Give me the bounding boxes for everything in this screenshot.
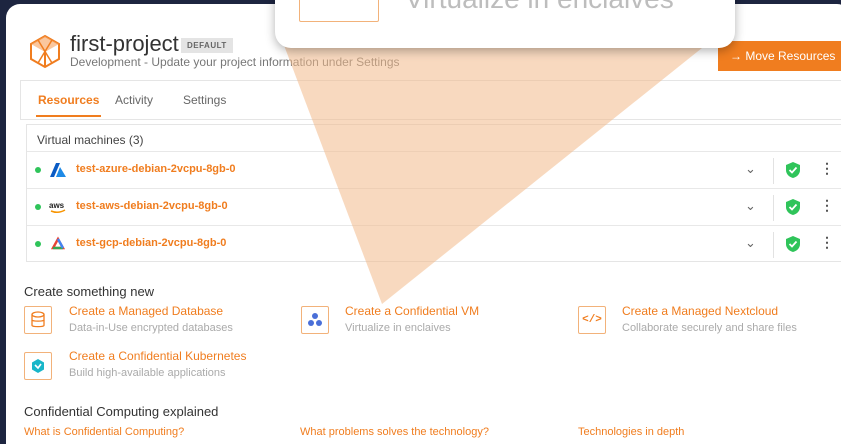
divider	[773, 195, 774, 221]
vm-name-link[interactable]: test-azure-debian-2vcpu-8gb-0	[76, 163, 236, 175]
create-confidential-vm-link[interactable]: Create a Confidential VM	[345, 304, 479, 318]
tab-settings[interactable]: Settings	[183, 93, 226, 107]
create-heading: Create something new	[24, 284, 155, 299]
shield-check-icon	[786, 162, 800, 178]
callout-icon-frame	[299, 0, 379, 22]
project-subtitle: Development - Update your project inform…	[70, 55, 400, 69]
project-panel: first-project DEFAULT Development - Upda…	[6, 4, 841, 444]
more-options-icon[interactable]: ⋮	[820, 160, 834, 177]
project-logo-icon	[30, 34, 60, 69]
vm-row[interactable]: test-gcp-debian-2vcpu-8gb-0 ⌄ ⋮	[27, 225, 841, 262]
shield-check-icon	[786, 236, 800, 252]
vm-name-link[interactable]: test-gcp-debian-2vcpu-8gb-0	[76, 237, 226, 249]
vm-row[interactable]: aws test-aws-debian-2vcpu-8gb-0 ⌄ ⋮	[27, 188, 841, 225]
gcp-icon	[50, 236, 66, 250]
tab-resources[interactable]: Resources	[35, 93, 102, 117]
code-icon[interactable]: </>	[578, 306, 606, 334]
card-description: Data-in-Use encrypted databases	[69, 322, 233, 334]
more-options-icon[interactable]: ⋮	[820, 197, 834, 214]
card-description: Virtualize in enclaives	[345, 322, 451, 334]
vm-row[interactable]: test-azure-debian-2vcpu-8gb-0 ⌄ ⋮	[27, 151, 841, 188]
chevron-down-icon[interactable]: ⌄	[745, 235, 756, 251]
what-is-cc-link[interactable]: What is Confidential Computing?	[24, 426, 184, 438]
divider	[773, 158, 774, 184]
card-description: Collaborate securely and share files	[622, 322, 797, 334]
chevron-down-icon[interactable]: ⌄	[745, 161, 756, 177]
shield-check-icon	[786, 199, 800, 215]
create-nextcloud-link[interactable]: Create a Managed Nextcloud	[622, 304, 778, 318]
move-resources-button[interactable]: → Move Resources	[718, 41, 841, 71]
status-running-dot	[35, 167, 41, 173]
vm-name-link[interactable]: test-aws-debian-2vcpu-8gb-0	[76, 200, 228, 212]
card-description: Build high-available applications	[69, 367, 226, 379]
explained-heading: Confidential Computing explained	[24, 404, 219, 419]
default-badge: DEFAULT	[181, 38, 233, 53]
status-running-dot	[35, 241, 41, 247]
database-icon[interactable]	[24, 306, 52, 334]
project-title: first-project	[70, 31, 179, 56]
callout-text: Virtualize in enclaives	[405, 0, 674, 15]
create-kubernetes-link[interactable]: Create a Confidential Kubernetes	[69, 349, 246, 363]
more-options-icon[interactable]: ⋮	[820, 234, 834, 251]
chevron-down-icon[interactable]: ⌄	[745, 198, 756, 214]
status-running-dot	[35, 204, 41, 210]
tab-activity[interactable]: Activity	[115, 93, 153, 107]
confidential-vm-icon[interactable]	[301, 306, 329, 334]
vm-list-heading: Virtual machines (3)	[37, 133, 144, 147]
vm-list: Virtual machines (3) test-azure-debian-2…	[26, 124, 841, 262]
tab-bar: Resources Activity Settings	[20, 80, 841, 120]
problems-link[interactable]: What problems solves the technology?	[300, 426, 489, 438]
divider	[773, 232, 774, 258]
technologies-link[interactable]: Technologies in depth	[578, 426, 684, 438]
azure-icon	[50, 163, 66, 177]
zoom-callout: Virtualize in enclaives	[275, 0, 735, 48]
aws-icon: aws	[49, 201, 66, 214]
kubernetes-icon[interactable]	[24, 352, 52, 380]
svg-text:aws: aws	[49, 201, 65, 210]
create-database-link[interactable]: Create a Managed Database	[69, 304, 223, 318]
